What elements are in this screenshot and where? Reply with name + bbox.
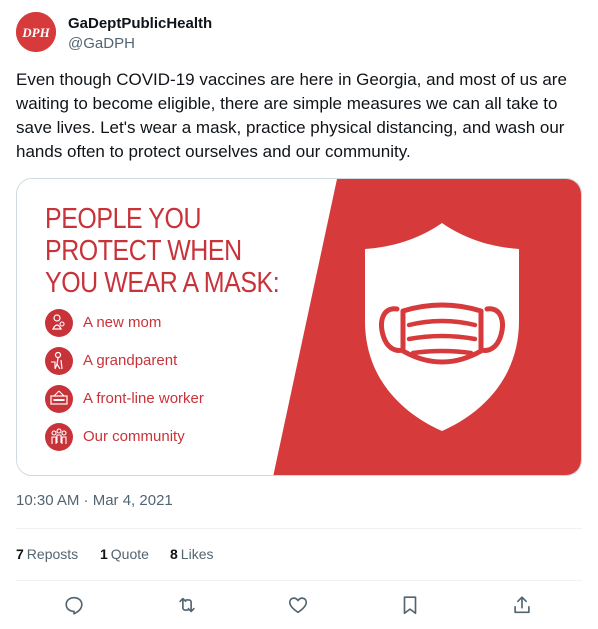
bookmark-icon[interactable] [399, 594, 423, 618]
likes-count: 8 [170, 546, 178, 562]
avatar-logo-text: DPH [21, 25, 50, 40]
tweet-text: Even though COVID-19 vaccines are here i… [16, 70, 567, 161]
list-item-label: Our community [83, 428, 185, 445]
headline-line-2: PROTECT WHEN [45, 235, 242, 267]
grandparent-icon [45, 347, 73, 375]
reposts-stat[interactable]: 7 Reposts [16, 546, 78, 562]
reposts-label: Reposts [26, 546, 79, 562]
reply-icon[interactable] [63, 594, 87, 618]
list-item: A new mom [45, 309, 285, 337]
quotes-stat[interactable]: 1 Quote [100, 546, 149, 562]
headline-line-1: PEOPLE YOU [45, 203, 202, 235]
list-item: A grandparent [45, 347, 285, 375]
dph-logo-icon: DPH [16, 12, 56, 52]
list-item: A front-line worker [45, 385, 285, 413]
display-name[interactable]: GaDeptPublicHealth [68, 15, 212, 32]
likes-stat[interactable]: 8 Likes [170, 546, 213, 562]
share-icon[interactable] [511, 594, 535, 618]
community-icon [45, 423, 73, 451]
list-item-label: A front-line worker [83, 390, 204, 407]
media-card[interactable]: PEOPLE YOU PROTECT WHEN YOU WEAR A MASK:… [16, 178, 582, 476]
open-sign-icon [45, 385, 73, 413]
quotes-label: Quote [110, 546, 149, 562]
list-item: Our community [45, 423, 285, 451]
shield-mask-icon [365, 223, 519, 431]
divider [16, 580, 582, 581]
reposts-count: 7 [16, 546, 24, 562]
tweet-timestamp[interactable]: 10:30 AM · Mar 4, 2021 [16, 492, 173, 509]
quotes-count: 1 [100, 546, 108, 562]
repost-icon[interactable] [176, 594, 200, 618]
mother-baby-icon [45, 309, 73, 337]
divider [16, 528, 582, 529]
tweet-stats: 7 Reposts 1 Quote 8 Likes [16, 546, 582, 566]
avatar[interactable]: DPH [16, 12, 56, 52]
list-item-label: A new mom [83, 314, 162, 331]
action-bar [0, 590, 598, 622]
list-item-label: A grandparent [83, 352, 178, 369]
card-headline: PEOPLE YOU PROTECT WHEN YOU WEAR A MASK: [45, 203, 280, 299]
headline-line-3: YOU WEAR A MASK: [45, 267, 280, 299]
tweet-header: DPH GaDeptPublicHealth @GaDPH [16, 12, 576, 54]
like-icon[interactable] [287, 594, 311, 618]
likes-label: Likes [180, 546, 214, 562]
user-handle[interactable]: @GaDPH [68, 35, 135, 52]
